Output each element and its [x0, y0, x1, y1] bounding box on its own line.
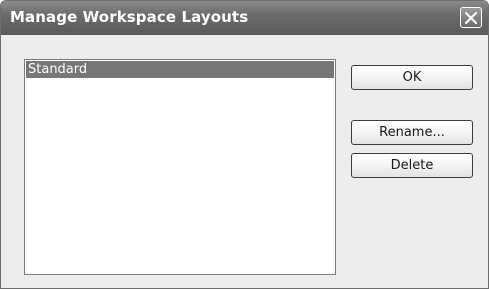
rename-button[interactable]: Rename...: [351, 120, 473, 145]
title-bar[interactable]: Manage Workspace Layouts: [1, 1, 488, 35]
ok-button[interactable]: OK: [351, 65, 473, 90]
close-button[interactable]: [460, 7, 482, 28]
layouts-listbox[interactable]: Standard: [24, 59, 336, 275]
dialog-title: Manage Workspace Layouts: [10, 8, 249, 26]
delete-button[interactable]: Delete: [351, 153, 473, 178]
list-item-standard[interactable]: Standard: [26, 61, 334, 78]
dialog-window: Manage Workspace Layouts Standard OK Ren…: [0, 0, 489, 289]
dialog-body: Standard OK Rename... Delete: [4, 35, 485, 285]
close-icon: [464, 11, 478, 24]
